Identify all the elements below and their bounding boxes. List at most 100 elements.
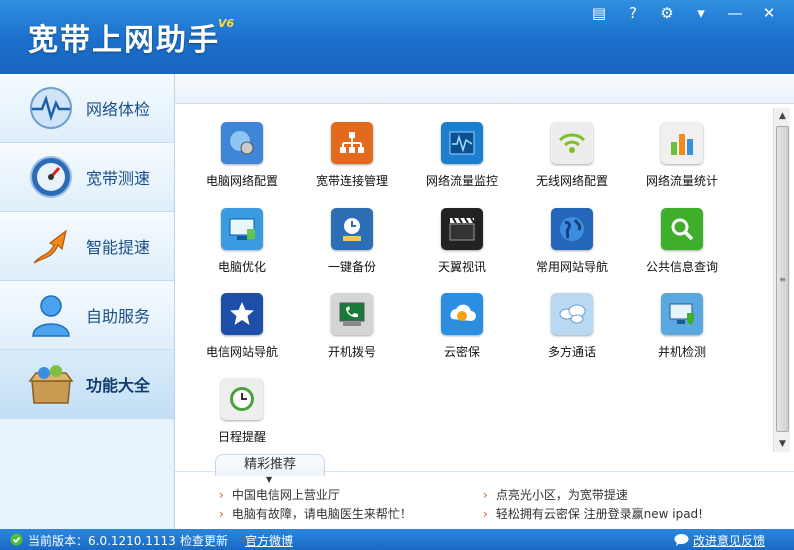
sidebar-item-smart-boost[interactable]: 智能提速 <box>0 212 174 281</box>
panel-header-strip <box>175 74 794 104</box>
tool-label: 电脑优化 <box>217 260 266 274</box>
sidebar-item-label: 网络体检 <box>86 100 151 119</box>
traffic-monitor-icon <box>441 122 483 164</box>
scrollbar-thumb[interactable]: ≡ <box>776 126 789 432</box>
tool-one-click-backup[interactable]: 一键备份 <box>297 208 407 278</box>
settings-button[interactable]: ⚙ <box>650 2 684 24</box>
toolbox-icon <box>28 365 74 404</box>
wifi-icon <box>551 122 593 164</box>
sidebar-item-label: 自助服务 <box>86 307 151 326</box>
tool-label: 云密保 <box>443 345 480 359</box>
main-panel: 电脑网络配置 宽带连接管理 网络流量监控 无线网络配置 网络流量统计 电脑优化 … <box>175 74 794 529</box>
tool-label: 多方通话 <box>547 345 596 359</box>
chat-bubble-icon <box>674 534 689 546</box>
tool-pc-optimize[interactable]: 电脑优化 <box>187 208 297 278</box>
connection-tree-icon <box>331 122 373 164</box>
tool-cloud-security[interactable]: 云密保 <box>407 293 517 363</box>
person-icon <box>32 295 70 337</box>
minimize-button[interactable]: — <box>718 2 752 24</box>
link-marker-icon: › <box>483 488 488 502</box>
sidebar: 网络体检 宽带测速 智能提速 自助服务 功能大全 <box>0 74 175 529</box>
recommend-tab[interactable]: 精彩推荐 <box>215 454 325 476</box>
tool-network-config[interactable]: 电脑网络配置 <box>187 122 297 192</box>
sidebar-item-network-check[interactable]: 网络体检 <box>0 74 174 143</box>
star-icon <box>221 293 263 335</box>
sidebar-item-label: 宽带测速 <box>86 169 151 188</box>
heartbeat-globe-icon <box>30 87 72 129</box>
dialup-phone-icon <box>331 293 373 335</box>
recommend-link[interactable]: › 点亮光小区，为宽带提速 <box>483 486 628 503</box>
shirt-icon: ▤ <box>591 4 607 22</box>
official-weibo-link[interactable]: 官方微博 <box>245 532 293 549</box>
tool-label: 无线网络配置 <box>535 174 608 188</box>
tool-label: 开机拨号 <box>327 345 376 359</box>
link-marker-icon: › <box>219 488 224 502</box>
bar-stats-icon <box>661 122 703 164</box>
scroll-up-arrow-icon[interactable]: ▲ <box>774 108 791 124</box>
sidebar-item-label: 智能提速 <box>86 238 151 257</box>
minimize-icon: — <box>727 4 743 22</box>
link-marker-icon: › <box>219 507 224 521</box>
speedometer-icon <box>30 156 72 198</box>
title-bar: 宽带上网助手 V6 ▤ ? ⚙ ▾ — ✕ <box>0 0 794 74</box>
menu-button[interactable]: ▾ <box>684 2 718 24</box>
version-label: 当前版本：6.0.1210.1113 <box>28 534 176 548</box>
tool-label: 并机检测 <box>657 345 706 359</box>
sidebar-item-speed-test[interactable]: 宽带测速 <box>0 143 174 212</box>
window-controls: ▤ ? ⚙ ▾ — ✕ <box>582 2 786 24</box>
gear-icon: ⚙ <box>660 4 674 22</box>
backup-clock-icon <box>331 208 373 250</box>
tool-schedule-reminder[interactable]: 日程提醒 <box>187 378 297 448</box>
tool-broadband-connection[interactable]: 宽带连接管理 <box>297 122 407 192</box>
check-circle-icon <box>10 533 23 546</box>
network-gear-icon <box>221 122 263 164</box>
skin-button[interactable]: ▤ <box>582 2 616 24</box>
tool-label: 网络流量监控 <box>425 174 498 188</box>
feature-grid: 电脑网络配置 宽带连接管理 网络流量监控 无线网络配置 网络流量统计 电脑优化 … <box>187 122 747 492</box>
talk-bubbles-icon <box>551 293 593 335</box>
app-title: 宽带上网助手 <box>28 23 220 58</box>
close-button[interactable]: ✕ <box>752 2 786 24</box>
cloud-shield-icon <box>441 293 483 335</box>
tool-traffic-stats[interactable]: 网络流量统计 <box>627 122 737 192</box>
tool-label: 公共信息查询 <box>645 260 718 274</box>
recommend-link[interactable]: › 中国电信网上营业厅 <box>219 486 340 503</box>
app-version: V6 <box>218 17 235 30</box>
clapperboard-icon <box>441 208 483 250</box>
tool-label: 网络流量统计 <box>645 174 718 188</box>
scroll-down-arrow-icon[interactable]: ▼ <box>774 436 791 452</box>
tool-boot-dialup[interactable]: 开机拨号 <box>297 293 407 363</box>
sidebar-item-all-features[interactable]: 功能大全 <box>0 350 174 419</box>
tool-label: 电脑网络配置 <box>205 174 278 188</box>
vertical-scrollbar[interactable]: ▲ ≡ ▼ <box>773 108 790 452</box>
status-bar: 当前版本：6.0.1210.1113 检查更新 官方微博 改进意见反馈 <box>0 529 794 550</box>
tool-multi-party-call[interactable]: 多方通话 <box>517 293 627 363</box>
search-magnifier-icon <box>661 208 703 250</box>
globe-map-icon <box>551 208 593 250</box>
recommend-section: 精彩推荐 ▼ › 中国电信网上营业厅 › 点亮光小区，为宽带提速 › 电脑有故障，请电… <box>175 454 794 529</box>
check-update-link[interactable]: 检查更新 <box>180 532 228 549</box>
recommend-link[interactable]: › 轻松拥有云密保 注册登录赢new ipad! <box>483 505 703 522</box>
tool-label: 天翼视讯 <box>437 260 486 274</box>
help-button[interactable]: ? <box>616 2 650 24</box>
tool-label: 日程提醒 <box>217 430 266 444</box>
green-clock-icon <box>221 378 263 420</box>
caret-down-icon: ▼ <box>266 475 273 484</box>
recommend-tab-label: 精彩推荐 <box>243 457 296 472</box>
tool-public-info[interactable]: 公共信息查询 <box>627 208 737 278</box>
tool-tianyi-video[interactable]: 天翼视讯 <box>407 208 517 278</box>
tool-wireless-config[interactable]: 无线网络配置 <box>517 122 627 192</box>
feedback-link[interactable]: 改进意见反馈 <box>693 532 765 549</box>
tool-traffic-monitor[interactable]: 网络流量监控 <box>407 122 517 192</box>
tool-telecom-navigation[interactable]: 电信网站导航 <box>187 293 297 363</box>
recommend-link[interactable]: › 电脑有故障，请电脑医生来帮忙！ <box>219 505 412 522</box>
question-icon: ? <box>629 4 637 22</box>
tool-site-navigation[interactable]: 常用网站导航 <box>517 208 627 278</box>
sidebar-item-label: 功能大全 <box>86 376 151 395</box>
dropdown-menu-icon: ▾ <box>697 4 705 22</box>
tool-parallel-detect[interactable]: 并机检测 <box>627 293 737 363</box>
tool-label: 宽带连接管理 <box>315 174 388 188</box>
link-marker-icon: › <box>483 507 488 521</box>
sidebar-item-self-service[interactable]: 自助服务 <box>0 281 174 350</box>
computer-optimize-icon <box>221 208 263 250</box>
